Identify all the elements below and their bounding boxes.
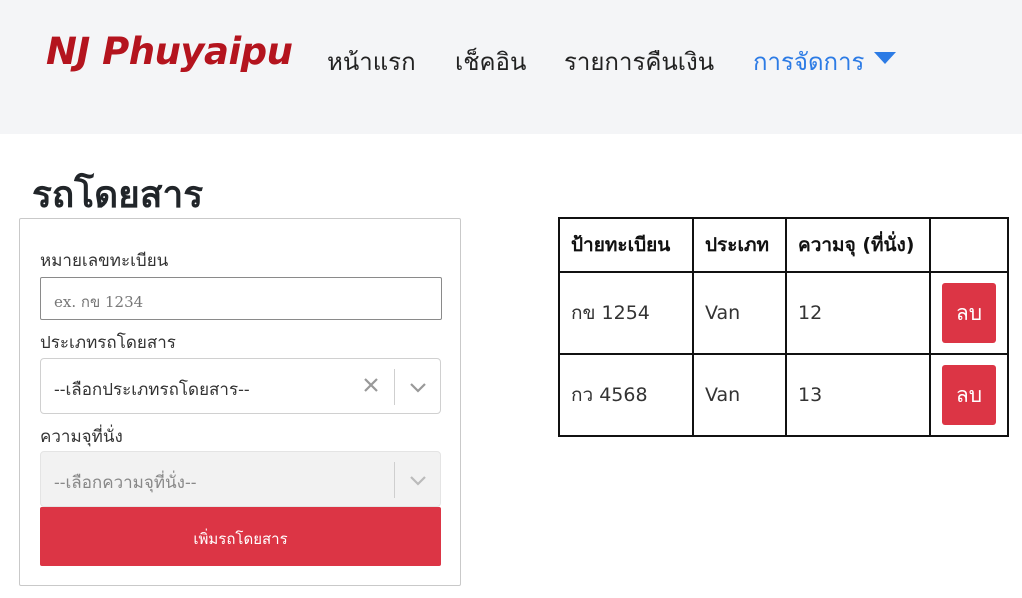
delete-button[interactable]: ลบ — [942, 283, 996, 343]
delete-button[interactable]: ลบ — [942, 365, 996, 425]
cell-action: ลบ — [929, 271, 1009, 355]
plate-label: หมายเลขทะเบียน — [40, 251, 169, 271]
add-bus-form: หมายเลขทะเบียน ex. กข 1234 ประเภทรถโดยสา… — [19, 218, 461, 586]
nav-item-refunds[interactable]: รายการคืนเงิน — [564, 42, 714, 81]
chevron-down-icon[interactable] — [407, 376, 429, 398]
nav-item-home[interactable]: หน้าแรก — [327, 42, 416, 81]
caret-down-icon — [874, 52, 897, 64]
plate-placeholder: ex. กข 1234 — [54, 293, 144, 311]
add-bus-button-label: เพิ่มรถโดยสาร — [193, 530, 288, 548]
table-header-row: ป้ายทะเบียน ประเภท ความจุ (ที่นั่ง) — [558, 217, 1009, 273]
header-plate: ป้ายทะเบียน — [558, 217, 694, 273]
cell-action: ลบ — [929, 353, 1009, 437]
select-separator — [394, 369, 395, 405]
add-bus-button[interactable]: เพิ่มรถโดยสาร — [40, 507, 441, 566]
header-type: ประเภท — [692, 217, 787, 273]
nav-item-management-label: การจัดการ — [753, 48, 865, 76]
navbar: NJ Phuyaipu หน้าแรก เช็คอิน รายการคืนเงิ… — [0, 0, 1022, 134]
header-action — [929, 217, 1009, 273]
chevron-down-icon[interactable] — [407, 469, 429, 491]
nav-item-management[interactable]: การจัดการ — [753, 42, 897, 81]
bus-type-select[interactable]: --เลือกประเภทรถโดยสาร-- — [40, 358, 441, 414]
table-row: กข 1254 Van 12 ลบ — [558, 271, 1009, 355]
bus-table: ป้ายทะเบียน ประเภท ความจุ (ที่นั่ง) กข 1… — [558, 217, 1009, 437]
cell-capacity: 13 — [785, 353, 931, 437]
cell-plate: กข 1254 — [558, 271, 694, 355]
header-capacity: ความจุ (ที่นั่ง) — [785, 217, 931, 273]
cell-type: Van — [692, 271, 787, 355]
cell-capacity: 12 — [785, 271, 931, 355]
capacity-select[interactable]: --เลือกความจุที่นั่ง-- — [40, 451, 441, 507]
capacity-value: --เลือกความจุที่นั่ง-- — [54, 473, 197, 493]
table-row: กว 4568 Van 13 ลบ — [558, 353, 1009, 437]
select-separator — [394, 462, 395, 498]
page-title: รถโดยสาร — [32, 173, 204, 216]
brand-logo[interactable]: NJ Phuyaipu — [46, 30, 293, 73]
cell-plate: กว 4568 — [558, 353, 694, 437]
cell-type: Van — [692, 353, 787, 437]
bus-type-label: ประเภทรถโดยสาร — [40, 333, 176, 353]
clear-icon[interactable] — [359, 373, 383, 397]
nav-item-checkin[interactable]: เช็คอิน — [455, 42, 526, 81]
capacity-label: ความจุที่นั่ง — [40, 427, 123, 447]
plate-input[interactable]: ex. กข 1234 — [40, 277, 442, 320]
bus-type-value: --เลือกประเภทรถโดยสาร-- — [54, 380, 250, 400]
